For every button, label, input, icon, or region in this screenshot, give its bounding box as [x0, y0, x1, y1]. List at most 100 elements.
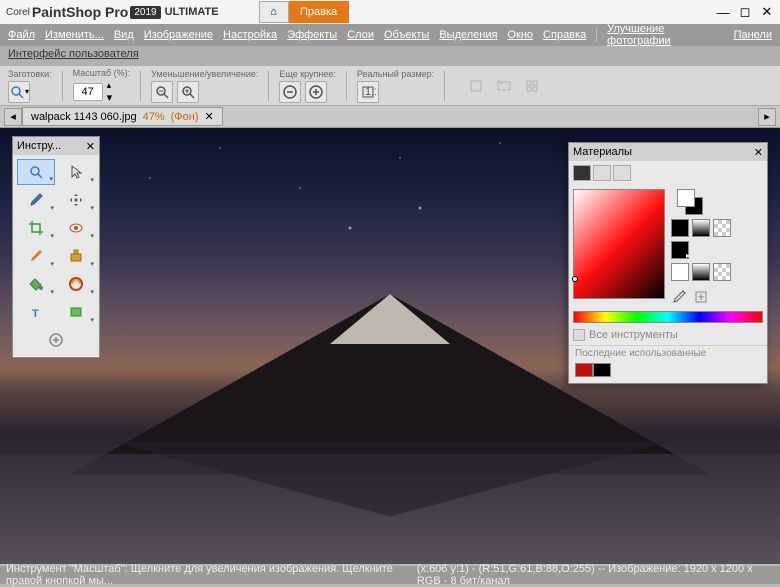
- fit-view-icon: [496, 78, 512, 94]
- style2-pattern[interactable]: [713, 263, 731, 281]
- zoom-stepper[interactable]: ▴▾: [107, 80, 113, 104]
- fit-window-button[interactable]: [465, 75, 487, 97]
- tool-brush[interactable]: ▾: [17, 243, 55, 269]
- menu-effects[interactable]: Эффекты: [287, 29, 337, 41]
- larger-minus-button[interactable]: [279, 81, 301, 103]
- tool-add[interactable]: [48, 327, 64, 353]
- menu-file[interactable]: Файл: [8, 29, 35, 41]
- tool-fill[interactable]: ▾: [17, 271, 55, 297]
- style-gradient[interactable]: [692, 219, 710, 237]
- tool-shape[interactable]: ▾: [57, 299, 95, 325]
- zoom-in-button[interactable]: [177, 81, 199, 103]
- menu-help[interactable]: Справка: [543, 29, 586, 41]
- menu-edit[interactable]: Изменить...: [45, 29, 104, 41]
- hue-slider[interactable]: [573, 311, 763, 323]
- tab-home-button[interactable]: ⌂: [259, 1, 289, 23]
- zoom-group: Масштаб (%): ▴▾: [73, 68, 131, 104]
- close-button[interactable]: ✕: [760, 5, 774, 19]
- foreground-swatch[interactable]: [677, 189, 695, 207]
- pointer-icon: [68, 164, 84, 180]
- tool-gradient[interactable]: ▾: [57, 271, 95, 297]
- close-icon[interactable]: ✕: [754, 146, 763, 159]
- zoom-in-icon: [180, 84, 196, 100]
- actual-size-button[interactable]: 1:1: [357, 81, 379, 103]
- separator: [62, 71, 63, 101]
- tool-pointer[interactable]: ▾: [57, 159, 95, 185]
- style2-solid[interactable]: [671, 263, 689, 281]
- style-pattern[interactable]: [713, 219, 731, 237]
- menu-enhance-photo[interactable]: Улучшение фотографии: [607, 23, 723, 47]
- tool-text[interactable]: T: [17, 299, 55, 325]
- materials-panel: Материалы ✕ ▸: [568, 142, 768, 384]
- menu-view[interactable]: Вид: [114, 29, 134, 41]
- tools-panel-header[interactable]: Инстру... ✕: [13, 137, 99, 155]
- color-picker-square[interactable]: [573, 189, 665, 299]
- recent-color-1[interactable]: [575, 363, 593, 377]
- larger-plus-button[interactable]: [305, 81, 327, 103]
- close-tab-icon[interactable]: ✕: [205, 110, 214, 123]
- close-icon[interactable]: ✕: [86, 140, 95, 153]
- menu-selections[interactable]: Выделения: [439, 29, 497, 41]
- tab-scroll-left[interactable]: ◂: [4, 108, 22, 126]
- materials-tab-3[interactable]: [613, 165, 631, 181]
- fit-all-icon: [524, 78, 540, 94]
- style2-gradient[interactable]: [692, 263, 710, 281]
- document-tab[interactable]: walpack 1143 060.jpg 47% (Фон) ✕: [22, 107, 223, 126]
- materials-mode-tabs: [569, 161, 767, 185]
- recent-color-2[interactable]: [593, 363, 611, 377]
- menu-panels[interactable]: Панели: [734, 29, 772, 41]
- menu-adjust[interactable]: Настройка: [223, 29, 277, 41]
- tab-edit-button[interactable]: Правка: [289, 1, 349, 23]
- style-solid[interactable]: [671, 219, 689, 237]
- maximize-button[interactable]: ◻: [738, 5, 752, 19]
- tool-clone[interactable]: ▾: [57, 243, 95, 269]
- plus-circle-icon: [48, 332, 64, 348]
- color-marker[interactable]: [572, 276, 578, 282]
- dropper-icon[interactable]: [671, 289, 687, 305]
- fit-icon: [468, 78, 484, 94]
- pan-icon: [68, 192, 84, 208]
- tool-crop[interactable]: ▾: [17, 215, 55, 241]
- presets-dropdown[interactable]: ▾: [8, 81, 30, 103]
- presets-label: Заготовки:: [8, 69, 52, 79]
- materials-title: Материалы: [573, 146, 632, 158]
- tool-redeye[interactable]: ▾: [57, 215, 95, 241]
- add-swatch-icon[interactable]: [693, 289, 709, 305]
- materials-header[interactable]: Материалы ✕: [569, 143, 767, 161]
- fit-all-button[interactable]: [521, 75, 543, 97]
- menu-objects[interactable]: Объекты: [384, 29, 429, 41]
- presets-group: Заготовки: ▾: [8, 69, 52, 103]
- materials-tab-2[interactable]: [593, 165, 611, 181]
- zoom-input[interactable]: [73, 83, 103, 101]
- material-swatches: ▸: [671, 189, 731, 305]
- doc-layer: (Фон): [171, 111, 199, 123]
- materials-tab-1[interactable]: [573, 165, 591, 181]
- tool-options-bar: Заготовки: ▾ Масштаб (%): ▴▾ Уменьшение/…: [0, 66, 780, 106]
- zoom-out-button[interactable]: [151, 81, 173, 103]
- menu-layers[interactable]: Слои: [347, 29, 374, 41]
- tool-pan[interactable]: ▾: [57, 187, 95, 213]
- home-icon: ⌂: [270, 6, 277, 18]
- tool-dropper[interactable]: ▾: [17, 187, 55, 213]
- all-tools-toggle[interactable]: Все инструменты: [569, 325, 767, 345]
- tab-scroll-right[interactable]: ▸: [758, 108, 776, 126]
- status-right: (x:606 y:1) - (R:51,G:61,B:88,O:255) -- …: [417, 563, 774, 587]
- menubar: Файл Изменить... Вид Изображение Настрой…: [0, 24, 780, 46]
- menu-image[interactable]: Изображение: [144, 29, 213, 41]
- texture-toggle[interactable]: ▸: [671, 241, 689, 259]
- menu-window[interactable]: Окно: [507, 29, 533, 41]
- zoom-inout-label: Уменьшение/увеличение:: [151, 69, 258, 79]
- brand-year: 2019: [130, 6, 160, 19]
- minimize-button[interactable]: —: [716, 5, 730, 19]
- checkbox-icon: [573, 329, 585, 341]
- document-tabstrip: ◂ walpack 1143 060.jpg 47% (Фон) ✕ ▸: [0, 106, 780, 128]
- ui-subbar[interactable]: Интерфейс пользователя: [0, 46, 780, 66]
- separator: [346, 71, 347, 101]
- tool-zoom[interactable]: ▾: [17, 159, 55, 185]
- fit-view-button[interactable]: [493, 75, 515, 97]
- minus-circle-icon: [282, 84, 298, 100]
- statusbar: Инструмент "Масштаб": Щелкните для увели…: [0, 566, 780, 584]
- one-to-one-icon: 1:1: [360, 84, 376, 100]
- svg-text:1:1: 1:1: [365, 86, 376, 98]
- tab-edit-label: Правка: [300, 6, 337, 18]
